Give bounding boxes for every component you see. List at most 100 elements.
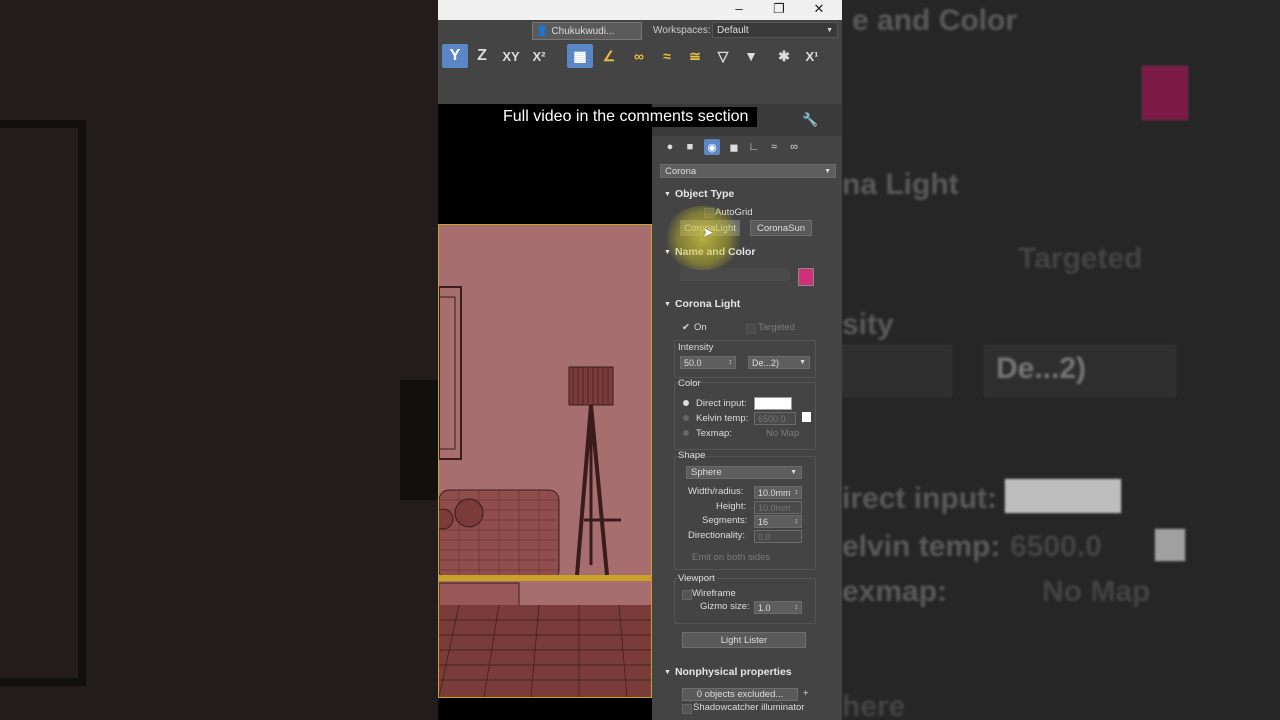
collapse-icon: ▼ [664,190,671,198]
segments-label: Segments: [702,515,748,526]
viewport-render [438,224,652,698]
targeted-checkbox[interactable] [746,324,756,334]
chevron-down-icon: ▼ [790,469,797,476]
directionality-spinner[interactable]: 0.0 [754,530,802,543]
snap-angle-icon[interactable]: ∠ [596,44,622,68]
minimize-button[interactable]: – [724,1,754,16]
axis-z-button[interactable]: Z [469,44,495,68]
width-radius-spinner[interactable]: 10.0mm ↕ [754,486,802,499]
video-caption: Full video in the comments section [494,107,758,127]
snap-face-icon[interactable]: ▼ [738,44,764,68]
utilities-tab-icon[interactable]: 🔧 [802,112,818,128]
autogrid-checkbox[interactable] [704,208,714,218]
shapes-icon[interactable]: ■ [684,141,696,153]
shadowcatcher-label: Shadowcatcher illuminator [693,702,805,713]
workspaces-select[interactable]: Default ▼ [712,22,838,38]
intensity-spinner[interactable]: 50.0 ↕ [680,356,736,369]
systems-icon[interactable]: ∞ [788,141,800,153]
geometry-icon[interactable]: ● [664,141,676,153]
viewport-label: Viewport [678,573,715,584]
ghost-kelvin-val: 6500.0 [1010,530,1102,563]
title-bar: – ❐ ✕ [438,0,842,20]
user-account-dropdown[interactable]: 👤 Chukukwudi... [532,22,642,40]
blurred-right-background: e and Color na Light Targeted sity De...… [842,0,1280,720]
light-type-dropdown[interactable]: Corona ▼ [660,164,836,178]
snap-toolbar: Y Z XY X² ▦ ∠ ∞ ≈ ≅ ▽ ▼ ✱ X¹ [438,40,842,104]
user-name: Chukukwudi... [551,25,615,37]
shape-value: Sphere [691,467,722,478]
shape-label: Shape [678,450,706,461]
snap-grid-icon[interactable]: ▦ [567,44,593,68]
create-category-icons: ● ■ ◉ ◼ ∟ ≈ ∞ [652,136,842,158]
height-label: Height: [716,501,747,512]
nonphysical-title: Nonphysical properties [674,666,792,678]
lights-icon[interactable]: ◉ [704,139,720,155]
texmap-radio[interactable] [683,430,689,436]
gizmo-size-spinner[interactable]: 1.0 ↕ [754,601,802,614]
spinner-arrows-icon: ↕ [794,518,799,525]
close-button[interactable]: ✕ [804,1,834,17]
user-icon: 👤 [536,25,549,37]
kelvin-temp-label: Kelvin temp: [696,413,749,424]
direct-input-swatch[interactable] [754,397,792,410]
snap-pivot-icon[interactable]: ✱ [771,44,797,68]
add-exclude-icon[interactable]: + [803,688,809,699]
axis-y-button[interactable]: Y [442,44,468,68]
on-checkmark-icon[interactable]: ✔ [682,322,690,333]
light-lister-button[interactable]: Light Lister [682,632,806,648]
texmap-label: Texmap: [696,428,732,439]
viewport[interactable] [438,104,652,720]
axis-xy-button[interactable]: XY [498,44,524,68]
object-name-input[interactable] [680,268,790,281]
snap-options-icon[interactable]: X¹ [799,44,825,68]
spinner-arrows-icon: ↕ [728,359,733,366]
kelvin-temp-radio[interactable] [683,415,689,421]
ghost-direct-input: irect input: [842,482,997,515]
intensity-unit-value: De...2) [752,357,780,368]
axis-x2-button[interactable]: X² [526,44,552,68]
object-type-rollout[interactable]: ▼ Object Type [664,188,734,200]
texmap-button[interactable]: No Map [766,428,799,439]
intensity-value: 50.0 [684,357,702,368]
object-color-swatch[interactable] [798,268,814,286]
spinner-arrows-icon: ↕ [794,489,799,496]
shadowcatcher-checkbox[interactable] [682,704,692,714]
kelvin-swatch[interactable] [802,412,811,422]
helpers-icon[interactable]: ∟ [748,141,760,153]
cameras-icon[interactable]: ◼ [728,141,740,154]
ghost-wall-block [400,380,438,500]
height-spinner[interactable]: 10.0mm [754,501,802,514]
name-and-color-rollout[interactable]: ▼ Name and Color [664,246,755,258]
objects-excluded-button[interactable]: 0 objects excluded... [682,688,798,701]
spinner-arrows-icon: ↕ [794,604,799,611]
segments-spinner[interactable]: 16 ↕ [754,515,802,528]
collapse-icon: ▼ [664,668,671,676]
light-type-value: Corona [665,165,697,177]
emit-both-sides-checkbox[interactable]: Emit on both sides [692,552,770,563]
nonphysical-rollout[interactable]: ▼ Nonphysical properties [664,666,792,678]
direct-input-radio[interactable] [683,400,689,406]
direct-input-label: Direct input: [696,398,747,409]
maximize-button[interactable]: ❐ [764,1,794,17]
color-label: Color [678,378,701,389]
ghost-spinner [842,345,952,397]
on-label: On [694,322,707,333]
intensity-unit-dropdown[interactable]: De...2) ▼ [748,356,810,369]
snap-percent-icon[interactable]: ∞ [626,44,652,68]
snap-vertex-icon[interactable]: ▽ [710,44,736,68]
chevron-down-icon: ▼ [799,359,806,366]
blurred-left-background [0,0,438,720]
snap-edge-icon[interactable]: ≅ [682,44,708,68]
coronasun-button[interactable]: CoronaSun [750,220,812,236]
kelvin-temp-spinner[interactable]: 6500.0 [754,412,796,425]
wireframe-label: Wireframe [692,588,736,599]
shape-dropdown[interactable]: Sphere ▼ [686,466,802,479]
wireframe-checkbox[interactable] [682,590,692,600]
room-wireframe-illustration [439,225,651,697]
spacewarps-icon[interactable]: ≈ [768,141,780,153]
collapse-icon: ▼ [664,248,671,256]
corona-light-rollout[interactable]: ▼ Corona Light [664,298,740,310]
ghost-name-color: e and Color [852,4,1018,37]
snap-spinner-icon[interactable]: ≈ [654,44,680,68]
mouse-pointer-icon: ➤ [702,224,714,240]
